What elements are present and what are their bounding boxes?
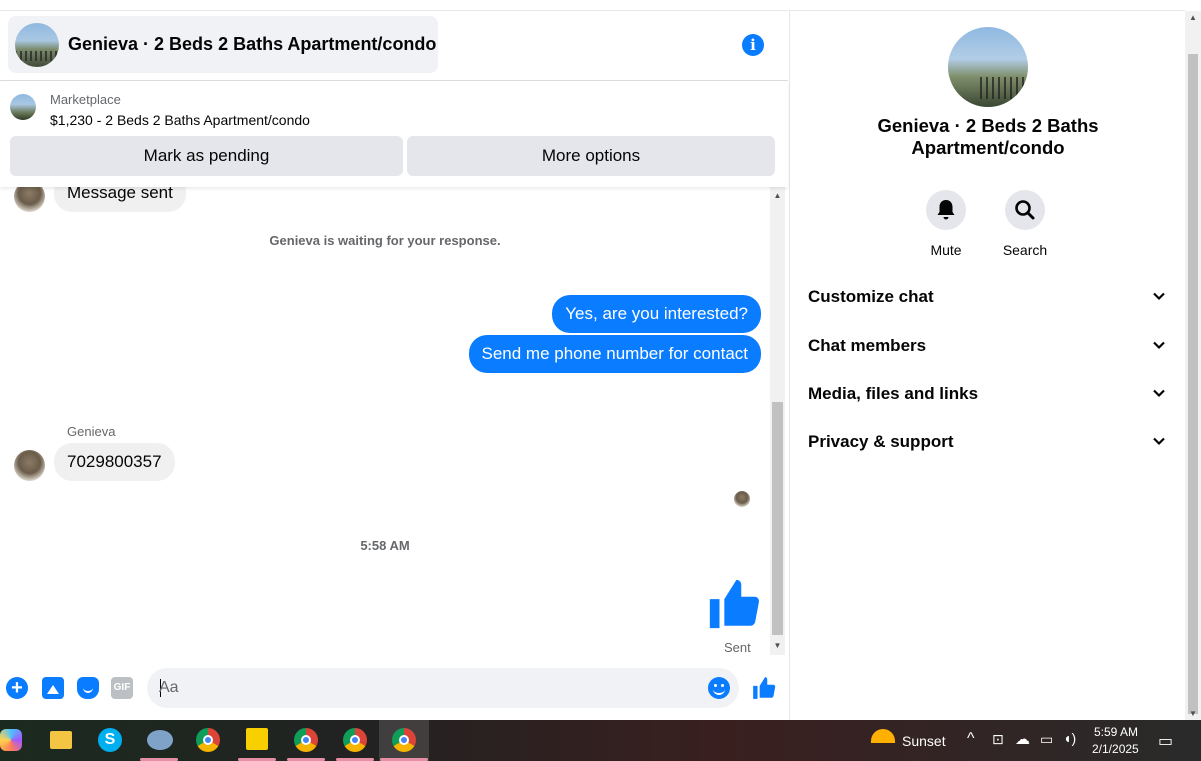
- clock-time[interactable]: 5:59 AM: [1094, 725, 1138, 739]
- snipping-tool-icon[interactable]: [147, 730, 173, 750]
- section-customize-chat[interactable]: Customize chat: [808, 287, 1170, 311]
- message-bubble-incoming[interactable]: Message sent: [54, 187, 186, 212]
- listing-avatar: [10, 94, 36, 120]
- scroll-up-arrow-icon[interactable]: ▲: [1185, 13, 1201, 22]
- onedrive-cloud-icon[interactable]: ☁: [1015, 730, 1030, 748]
- like-send-icon[interactable]: [751, 675, 777, 701]
- message-bubble-incoming[interactable]: 7029800357: [54, 443, 175, 481]
- chat-header: Genieva · 2 Beds 2 Baths Apartment/condo…: [0, 11, 788, 81]
- timestamp: 5:58 AM: [360, 538, 410, 553]
- chat-title-button[interactable]: Genieva · 2 Beds 2 Baths Apartment/condo: [8, 16, 438, 73]
- volume-icon[interactable]: ◖): [1063, 730, 1076, 746]
- message-input[interactable]: [159, 668, 699, 708]
- more-options-button[interactable]: More options: [407, 136, 775, 176]
- plus-icon[interactable]: +: [6, 677, 28, 699]
- chevron-down-icon: [1153, 341, 1165, 350]
- gif-icon[interactable]: GIF: [111, 677, 133, 699]
- message-bubble-outgoing[interactable]: Yes, are you interested?: [552, 295, 761, 333]
- waiting-notice: Genieva is waiting for your response.: [269, 233, 501, 248]
- bell-icon: [926, 190, 966, 230]
- info-icon[interactable]: i: [742, 34, 764, 56]
- section-label: Privacy & support: [808, 432, 954, 451]
- seen-indicator-avatar: [734, 491, 750, 507]
- chevron-down-icon: [1153, 292, 1165, 301]
- listing-title[interactable]: $1,230 - 2 Beds 2 Baths Apartment/condo: [50, 112, 310, 128]
- page-scroll-thumb[interactable]: [1188, 54, 1198, 714]
- chrome-profile-icon[interactable]: [392, 728, 416, 752]
- mute-label: Mute: [930, 242, 962, 258]
- meet-now-icon[interactable]: ⊡: [992, 731, 1004, 748]
- section-label: Media, files and links: [808, 384, 979, 403]
- section-media-files-links[interactable]: Media, files and links: [808, 384, 1170, 408]
- scroll-thumb[interactable]: [772, 402, 783, 635]
- chrome-icon[interactable]: [196, 728, 220, 752]
- sticky-notes-icon[interactable]: [246, 728, 268, 750]
- copilot-icon[interactable]: [0, 729, 22, 751]
- mute-button[interactable]: Mute: [916, 190, 976, 258]
- skype-icon[interactable]: S: [98, 728, 122, 752]
- section-label: Customize chat: [808, 287, 934, 306]
- scroll-down-arrow-icon[interactable]: ▼: [770, 641, 785, 651]
- sent-status: Sent: [724, 640, 751, 655]
- thumbs-up-icon[interactable]: [705, 575, 763, 633]
- conversation-title: Genieva · 2 Beds 2 Baths Apartment/condo: [877, 115, 1099, 158]
- sunset-weather-icon[interactable]: [871, 729, 895, 743]
- sender-avatar[interactable]: [14, 450, 45, 481]
- conversation-avatar: [948, 27, 1028, 107]
- scroll-down-arrow-icon[interactable]: ▼: [1185, 709, 1201, 718]
- mark-pending-button[interactable]: Mark as pending: [10, 136, 403, 176]
- sender-avatar: [14, 187, 45, 212]
- chrome-profile-icon[interactable]: [294, 728, 318, 752]
- sender-name: Genieva: [67, 424, 116, 439]
- search-label: Search: [1002, 242, 1048, 258]
- marketplace-bar: Marketplace $1,230 - 2 Beds 2 Baths Apar…: [0, 81, 788, 187]
- composer: + GIF: [0, 661, 788, 717]
- section-privacy-support[interactable]: Privacy & support: [808, 432, 1170, 456]
- chat-title: Genieva · 2 Beds 2 Baths Apartment/condo: [68, 34, 437, 54]
- message-bubble-outgoing[interactable]: Send me phone number for contact: [468, 335, 761, 373]
- network-icon[interactable]: ▭: [1040, 731, 1053, 748]
- top-strip-right: [789, 0, 1185, 11]
- page-scrollbar[interactable]: ▲ ▼: [1185, 11, 1201, 720]
- section-chat-members[interactable]: Chat members: [808, 336, 1170, 360]
- section-label: Chat members: [808, 336, 927, 355]
- photo-icon[interactable]: [42, 677, 64, 699]
- search-button[interactable]: Search: [995, 190, 1055, 258]
- emoji-icon[interactable]: [708, 677, 730, 699]
- chat-avatar: [15, 22, 59, 67]
- message-input-box[interactable]: [147, 668, 739, 708]
- weather-label[interactable]: Sunset: [902, 733, 946, 749]
- clock-date[interactable]: 2/1/2025: [1092, 742, 1139, 756]
- scroll-up-arrow-icon[interactable]: ▲: [770, 191, 785, 201]
- message-scrollbar[interactable]: ▲ ▼: [770, 187, 785, 655]
- messenger-app: Genieva · 2 Beds 2 Baths Apartment/condo…: [0, 0, 1201, 720]
- windows-taskbar: S Sunset ^ ⊡ ☁ ▭ ◖) 5:59 AM 2/1/2025 ▭: [0, 720, 1201, 761]
- chevron-down-icon: [1153, 389, 1165, 398]
- message-list[interactable]: Message sent Genieva is waiting for your…: [0, 187, 770, 655]
- chevron-up-icon[interactable]: ^: [967, 730, 975, 748]
- conversation-details-panel: Genieva · 2 Beds 2 Baths Apartment/condo…: [789, 11, 1185, 720]
- notification-icon[interactable]: ▭: [1158, 731, 1173, 751]
- marketplace-label: Marketplace: [50, 92, 121, 107]
- sticker-icon[interactable]: [77, 677, 99, 699]
- chevron-down-icon: [1153, 437, 1165, 446]
- chrome-profile-icon[interactable]: [343, 728, 367, 752]
- top-strip: [0, 0, 788, 11]
- search-icon: [1005, 190, 1045, 230]
- file-explorer-icon[interactable]: [50, 731, 72, 749]
